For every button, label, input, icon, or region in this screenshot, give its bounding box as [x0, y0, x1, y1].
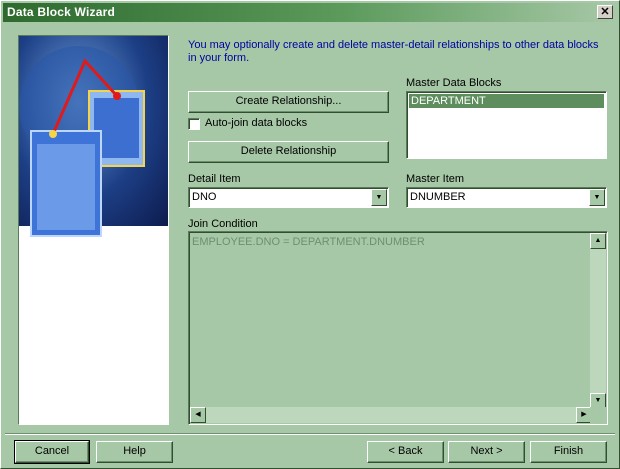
help-button[interactable]: Help	[96, 441, 173, 463]
detail-item-value: DNO	[192, 191, 217, 203]
close-button[interactable]: ✕	[597, 5, 613, 19]
cancel-button[interactable]: Cancel	[14, 440, 90, 464]
list-item[interactable]: DEPARTMENT	[409, 94, 604, 108]
data-block-wizard-window: Data Block Wizard ✕ You may optionally c…	[0, 0, 620, 469]
auto-join-label: Auto-join data blocks	[205, 117, 308, 129]
master-data-blocks-label: Master Data Blocks	[406, 77, 502, 89]
help-label: Help	[123, 445, 146, 457]
footer-divider	[5, 433, 615, 435]
next-label: Next >	[470, 445, 503, 457]
title-bar: Data Block Wizard ✕	[3, 3, 617, 22]
master-item-select[interactable]: DNUMBER ▼	[406, 187, 607, 208]
scroll-left-icon[interactable]: ◀	[190, 407, 206, 423]
detail-item-select[interactable]: DNO ▼	[188, 187, 389, 208]
vertical-scrollbar[interactable]: ▲ ▼	[590, 233, 606, 409]
detail-item-label: Detail Item	[188, 173, 241, 185]
scroll-corner	[590, 407, 606, 423]
create-relationship-label: Create Relationship...	[235, 95, 342, 107]
master-item-label: Master Item	[406, 173, 465, 185]
join-condition-field[interactable]: EMPLOYEE.DNO = DEPARTMENT.DNUMBER ▲ ▼ ◀ …	[188, 231, 608, 425]
delete-relationship-button[interactable]: Delete Relationship	[188, 141, 389, 163]
back-button[interactable]: < Back	[367, 441, 444, 463]
scroll-up-icon[interactable]: ▲	[590, 233, 606, 249]
horizontal-scrollbar[interactable]: ◀ ▶	[190, 407, 592, 423]
window-title: Data Block Wizard	[7, 5, 115, 19]
close-icon: ✕	[600, 6, 610, 18]
finish-label: Finish	[553, 445, 584, 457]
join-condition-text: EMPLOYEE.DNO = DEPARTMENT.DNUMBER	[192, 236, 425, 248]
illustration-art	[19, 46, 145, 237]
back-label: < Back	[388, 445, 423, 457]
auto-join-checkbox[interactable]	[188, 118, 200, 130]
join-condition-label: Join Condition	[188, 218, 258, 230]
next-button[interactable]: Next >	[448, 441, 525, 463]
delete-relationship-label: Delete Relationship	[240, 145, 337, 157]
wizard-illustration	[18, 35, 169, 425]
intro-text: You may optionally create and delete mas…	[188, 39, 599, 64]
chevron-down-icon[interactable]: ▼	[371, 189, 387, 206]
chevron-down-icon[interactable]: ▼	[589, 189, 605, 206]
master-data-blocks-list[interactable]: DEPARTMENT	[406, 91, 607, 159]
create-relationship-button[interactable]: Create Relationship...	[188, 91, 389, 113]
cancel-label: Cancel	[34, 445, 70, 457]
finish-button[interactable]: Finish	[530, 441, 607, 463]
master-item-value: DNUMBER	[410, 191, 466, 203]
